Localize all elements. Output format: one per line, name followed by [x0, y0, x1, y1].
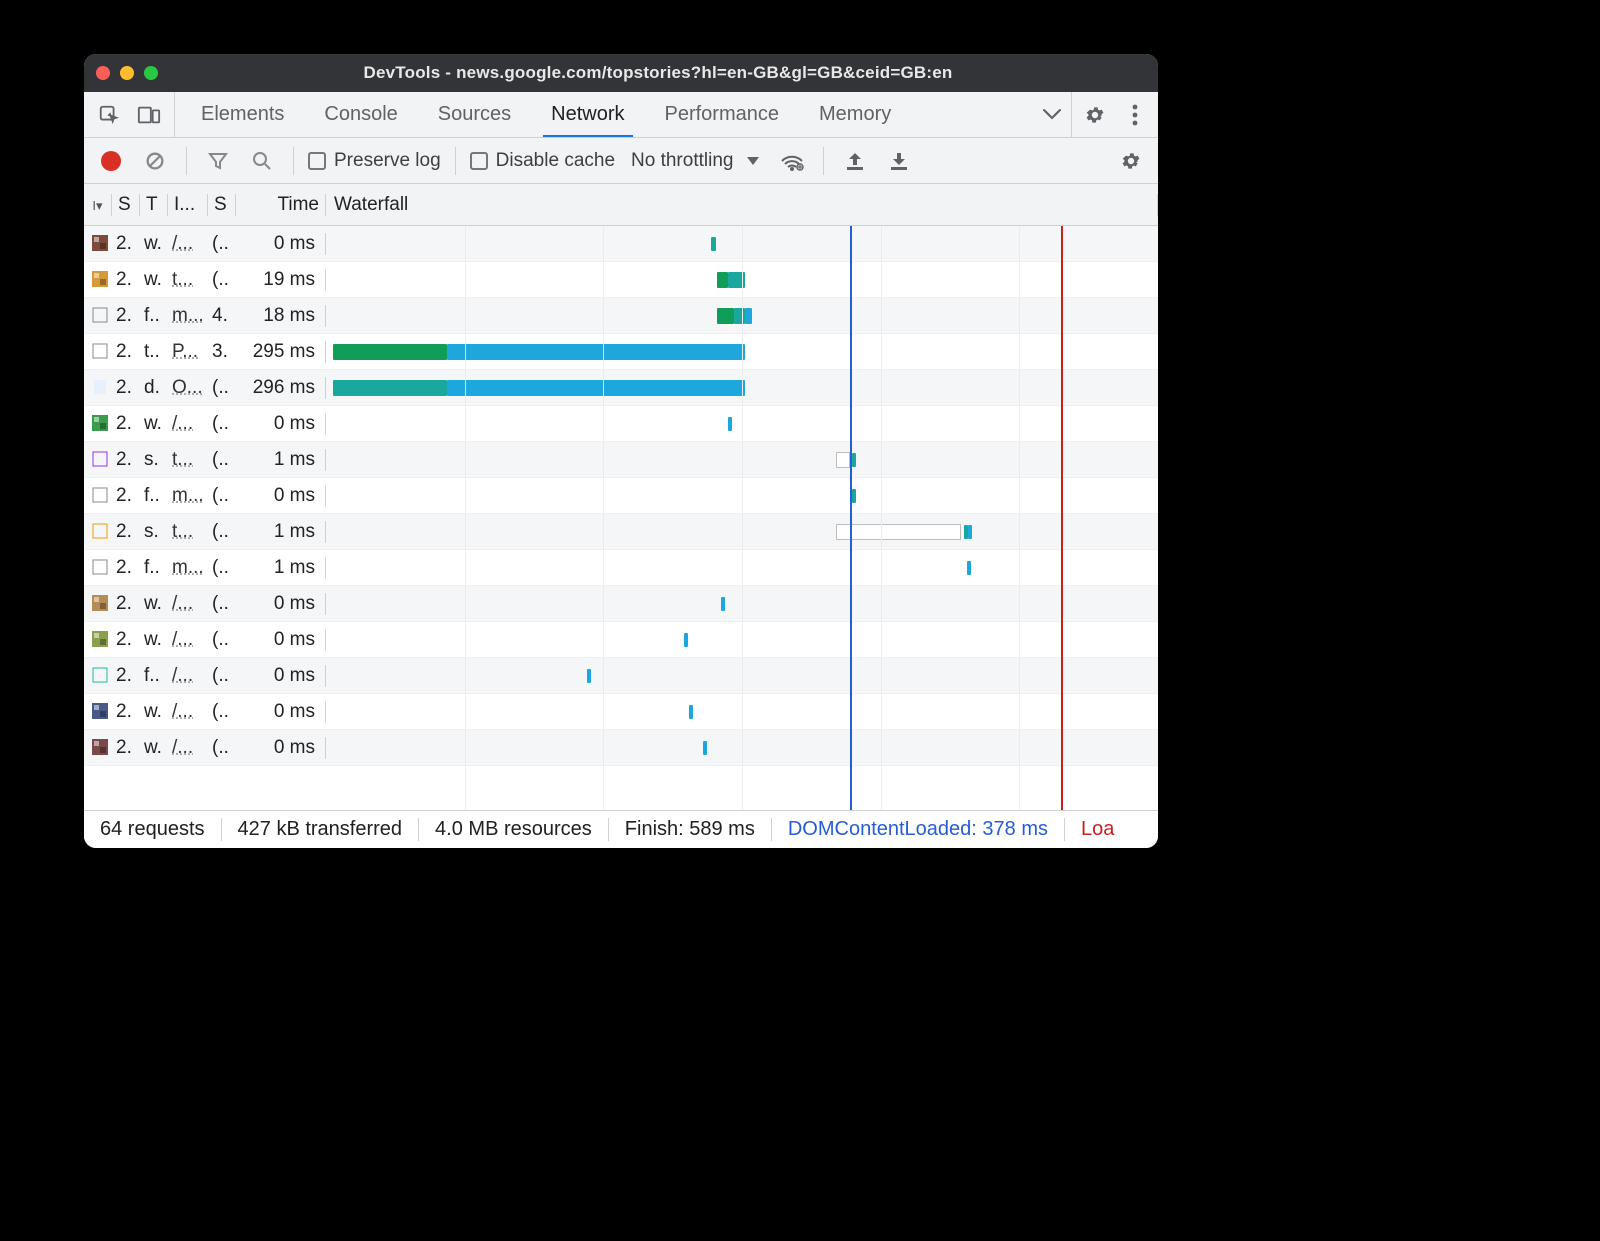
requests-grid: I▾ S T I... S Time Waterfall 2.w./...(..… [84, 184, 1158, 810]
record-button[interactable] [94, 142, 128, 180]
kebab-menu-icon[interactable] [1116, 92, 1154, 138]
tab-memory[interactable]: Memory [799, 92, 911, 137]
network-toolbar: Preserve log Disable cache No throttling [84, 138, 1158, 184]
row-type-icon: 〈〉 [84, 521, 112, 543]
row-type-icon [84, 305, 112, 327]
request-row[interactable]: 2.w./...(..0 ms [84, 730, 1158, 766]
throttling-label: No throttling [631, 150, 733, 172]
request-row[interactable]: 2.w.t...(..19 ms [84, 262, 1158, 298]
row-type-icon [84, 341, 112, 363]
tabs-right-tools [1071, 92, 1158, 137]
request-row[interactable]: 2.d.O...(..296 ms [84, 370, 1158, 406]
col-icon[interactable]: I▾ [84, 194, 112, 216]
tab-performance[interactable]: Performance [645, 92, 800, 137]
row-type-icon [84, 701, 112, 723]
network-conditions-icon[interactable] [775, 142, 809, 180]
request-row[interactable]: 2.f..m...(..1 ms [84, 550, 1158, 586]
device-toggle-icon[interactable] [130, 92, 168, 138]
row-type-icon [84, 593, 112, 615]
status-load: Loa [1065, 818, 1130, 841]
close-button[interactable] [96, 66, 110, 80]
disable-cache-label: Disable cache [496, 150, 615, 172]
row-type-icon [84, 413, 112, 435]
minimize-button[interactable] [120, 66, 134, 80]
tab-elements[interactable]: Elements [181, 92, 304, 137]
row-type-icon [84, 485, 112, 507]
disable-cache-checkbox[interactable]: Disable cache [470, 150, 615, 172]
window-title: DevTools - news.google.com/topstories?hl… [170, 63, 1146, 83]
tab-console[interactable]: Console [304, 92, 417, 137]
status-transferred: 427 kB transferred [222, 818, 420, 841]
row-type-icon: T [84, 665, 112, 687]
settings-icon[interactable] [1076, 92, 1114, 138]
tab-sources[interactable]: Sources [418, 92, 531, 137]
preserve-log-label: Preserve log [334, 150, 441, 172]
zoom-button[interactable] [144, 66, 158, 80]
request-row[interactable]: 2.w./...(..0 ms [84, 406, 1158, 442]
request-row[interactable]: 2.f..m...4.18 ms [84, 298, 1158, 334]
inspect-element-icon[interactable] [90, 92, 128, 138]
grid-header: I▾ S T I... S Time Waterfall [84, 184, 1158, 226]
row-type-icon [84, 629, 112, 651]
request-row[interactable]: 2.s.t...(..1 ms [84, 442, 1158, 478]
search-icon[interactable] [245, 142, 279, 180]
status-dcl: DOMContentLoaded: 378 ms [772, 818, 1065, 841]
request-row[interactable]: 2.f..m...(..0 ms [84, 478, 1158, 514]
grid-rows: 2.w./...(..0 ms2.w.t...(..19 ms2.f..m...… [84, 226, 1158, 810]
status-finish: Finish: 589 ms [609, 818, 772, 841]
col-status[interactable]: S [112, 194, 140, 216]
tab-network[interactable]: Network [531, 92, 644, 137]
upload-har-icon[interactable] [838, 142, 872, 180]
clear-icon[interactable] [138, 142, 172, 180]
col-size[interactable]: S [208, 194, 236, 216]
row-type-icon [84, 737, 112, 759]
col-type[interactable]: T [140, 194, 168, 216]
filter-icon[interactable] [201, 142, 235, 180]
request-row[interactable]: 〈〉2.s.t...(..1 ms [84, 514, 1158, 550]
status-requests: 64 requests [84, 818, 222, 841]
more-tabs-icon[interactable] [1033, 92, 1071, 138]
devtools-window: DevTools - news.google.com/topstories?hl… [84, 54, 1158, 848]
status-resources: 4.0 MB resources [419, 818, 609, 841]
window-controls [96, 66, 158, 80]
row-type-icon [84, 269, 112, 291]
row-type-icon [84, 449, 112, 471]
col-waterfall[interactable]: Waterfall [326, 194, 1158, 216]
request-row[interactable]: 2.t..P...3.295 ms [84, 334, 1158, 370]
chevron-down-icon [747, 157, 759, 165]
tabs-left-tools [84, 92, 175, 137]
col-initiator[interactable]: I... [168, 194, 208, 216]
row-type-icon [84, 233, 112, 255]
request-row[interactable]: 2.w./...(..0 ms [84, 622, 1158, 658]
row-type-icon [84, 377, 112, 399]
row-type-icon [84, 557, 112, 579]
request-row[interactable]: 2.w./...(..0 ms [84, 586, 1158, 622]
request-row[interactable]: 2.w./...(..0 ms [84, 226, 1158, 262]
download-har-icon[interactable] [882, 142, 916, 180]
panel-tablist: ElementsConsoleSourcesNetworkPerformance… [175, 92, 1033, 137]
preserve-log-checkbox[interactable]: Preserve log [308, 150, 441, 172]
window-titlebar: DevTools - news.google.com/topstories?hl… [84, 54, 1158, 92]
col-time[interactable]: Time [236, 194, 326, 216]
status-bar: 64 requests 427 kB transferred 4.0 MB re… [84, 810, 1158, 848]
request-row[interactable]: 2.w./...(..0 ms [84, 694, 1158, 730]
throttling-select[interactable]: No throttling [625, 150, 765, 172]
request-row[interactable]: T2.f../...(..0 ms [84, 658, 1158, 694]
panel-tabs: ElementsConsoleSourcesNetworkPerformance… [84, 92, 1158, 138]
network-settings-icon[interactable] [1114, 142, 1148, 180]
